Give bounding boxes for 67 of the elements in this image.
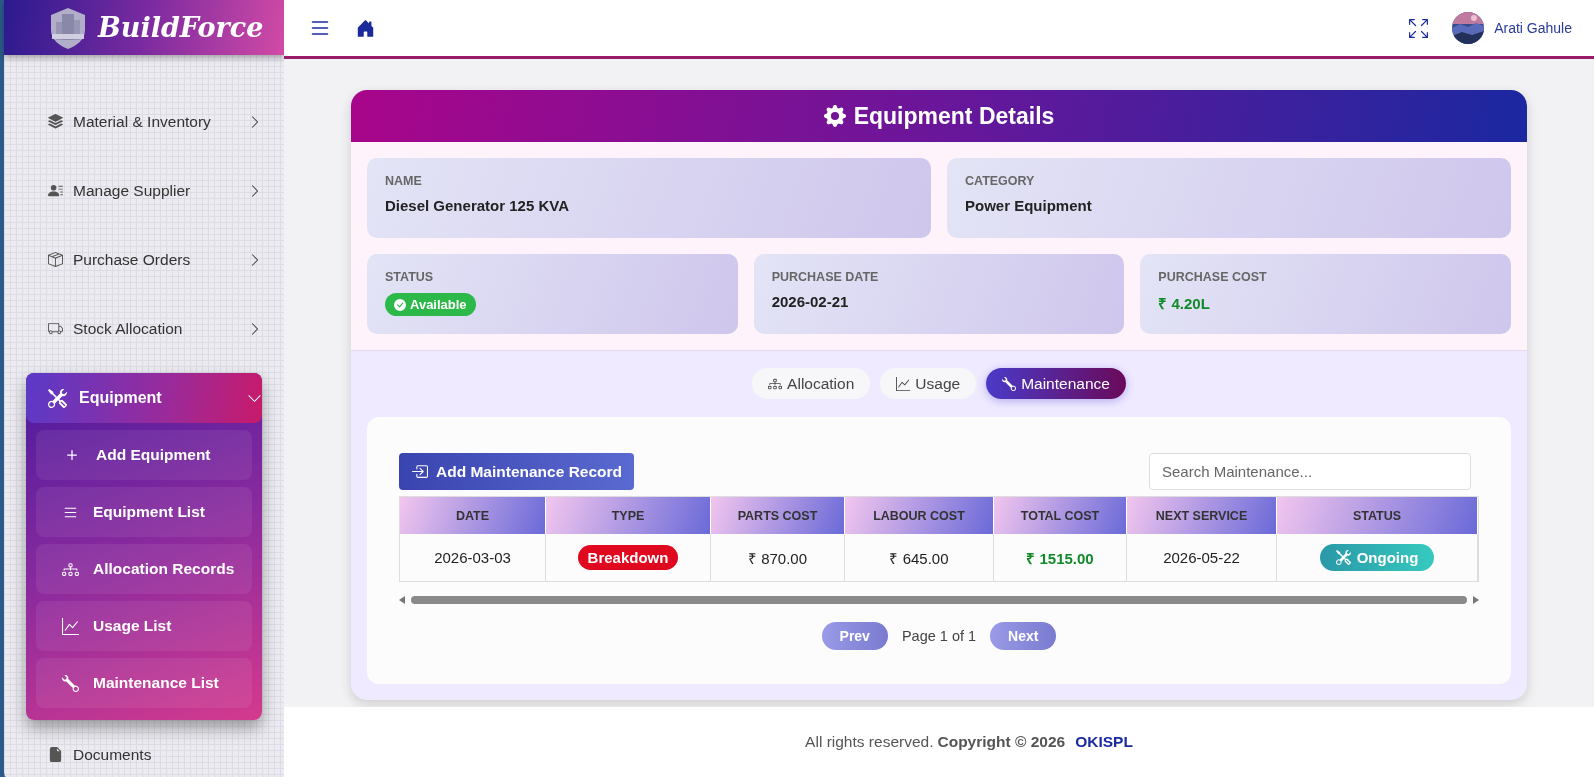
sidebar-item[interactable]: Documents (22, 720, 284, 777)
hierarchy-icon (62, 560, 79, 578)
line-chart-icon (62, 617, 79, 635)
card-title: Equipment Details (853, 102, 1055, 130)
box-icon (48, 252, 63, 267)
sidebar-item[interactable]: Stock Allocation (22, 294, 284, 363)
company-link[interactable]: OKISPL (1075, 733, 1133, 751)
copyright-text: Copyright © 2026 (937, 733, 1066, 751)
user-name[interactable]: Arati Gahule (1494, 20, 1572, 36)
enter-icon (411, 463, 428, 480)
logo-icon (48, 5, 88, 50)
status-badge: Available (385, 293, 476, 316)
column-header: TOTAL COST (994, 497, 1127, 534)
sidebar-item[interactable]: Purchase Orders (22, 225, 284, 294)
submenu-item[interactable]: Add Equipment (36, 430, 252, 480)
field-value: Power Equipment (965, 197, 1093, 214)
sidebar-item[interactable]: Equipment (26, 373, 262, 423)
field-value: ₹ 4.20L (1158, 294, 1211, 313)
table-cell: ₹ 1515.00 (994, 534, 1127, 581)
column-header: LABOUR COST (845, 497, 994, 534)
column-header: TYPE (546, 497, 711, 534)
field-label: PURCHASE COST (1158, 270, 1268, 284)
field-label: STATUS (385, 270, 435, 284)
submenu-item[interactable]: Usage List (36, 601, 252, 651)
submenu-item[interactable]: Maintenance List (36, 658, 252, 708)
home-icon[interactable] (356, 18, 375, 38)
field-value: Diesel Generator 125 KVA (385, 197, 570, 214)
line-chart-icon (896, 376, 911, 391)
column-header: NEXT SERVICE (1127, 497, 1277, 534)
fullscreen-icon[interactable] (1409, 18, 1429, 38)
tools-icon (48, 388, 67, 408)
table-cell: 2026-03-03 (400, 534, 546, 581)
field-label: PURCHASE DATE (771, 270, 880, 284)
search-field[interactable]: Search Maintenance... (1149, 453, 1471, 490)
tab[interactable]: Usage (880, 368, 977, 399)
sidebar-item[interactable]: Manage Supplier (22, 156, 284, 225)
contact-list-icon (48, 183, 63, 198)
add-record-button[interactable]: Add Maintenance Record (399, 453, 635, 490)
wrench-icon (1002, 376, 1017, 391)
brand-logo-text: BuildForce (98, 12, 264, 43)
page-info: Page 1 of 1 (901, 628, 977, 644)
type-badge: Breakdown (577, 545, 679, 570)
sidebar-item[interactable]: Material & Inventory (22, 87, 284, 156)
settings-icon (823, 105, 846, 127)
scroll-right-icon[interactable] (1473, 596, 1479, 604)
scroll-left-icon[interactable] (399, 596, 405, 604)
document-icon (48, 747, 63, 762)
table-cell: 2026-05-22 (1127, 534, 1277, 581)
tab[interactable]: Allocation (752, 368, 871, 399)
column-header: PARTS COST (711, 497, 845, 534)
submenu-item[interactable]: Equipment List (36, 487, 252, 537)
field-label: NAME (385, 174, 423, 188)
field-label: CATEGORY (965, 174, 1036, 188)
wrench-icon (62, 674, 79, 692)
status-badge: Ongoing (1319, 544, 1435, 571)
column-header: STATUS (1277, 497, 1478, 534)
column-header: DATE (400, 497, 546, 534)
table-cell: ₹ 870.00 (711, 534, 845, 581)
scrollbar-thumb[interactable] (411, 596, 1467, 604)
field-value: 2026-02-21 (771, 293, 850, 310)
table-cell: ₹ 645.00 (845, 534, 994, 581)
truck-icon (48, 321, 63, 336)
submenu-item[interactable]: Allocation Records (36, 544, 252, 594)
hierarchy-icon (768, 376, 783, 391)
footer-text: All rights reserved. (805, 733, 934, 751)
layers-icon (48, 114, 63, 129)
tab[interactable]: Maintenance (986, 368, 1126, 399)
